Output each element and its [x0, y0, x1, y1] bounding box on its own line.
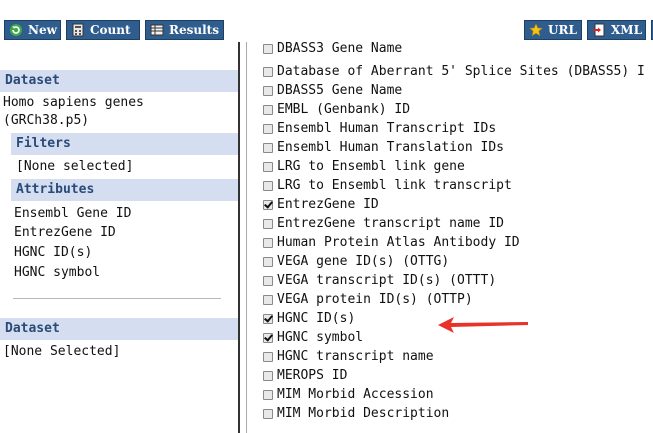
attribute-option[interactable]: MIM Morbid Description	[263, 404, 449, 423]
attribute-option[interactable]: VEGA transcript ID(s) (OTTT)	[263, 271, 496, 290]
dataset-assembly: (GRCh38.p5)	[3, 113, 90, 128]
xml-button-label: XML	[611, 23, 643, 37]
attribute-option[interactable]: LRG to Ensembl link transcript	[263, 176, 512, 195]
checkbox[interactable]	[263, 123, 273, 134]
attribute-option[interactable]: VEGA protein ID(s) (OTTP)	[263, 290, 473, 309]
attribute-option[interactable]: MIM Morbid Accession	[263, 385, 434, 404]
url-button[interactable]: URL	[524, 20, 582, 40]
summary-panel: Dataset Homo sapiens genes (GRCh38.p5) F…	[0, 42, 240, 433]
checkbox[interactable]	[263, 408, 273, 419]
checkbox[interactable]	[263, 104, 273, 115]
attribute-label: HGNC transcript name	[277, 349, 434, 364]
attribute-label: EMBL (Genbank) ID	[277, 102, 411, 117]
attribute-label: LRG to Ensembl link transcript	[277, 178, 512, 193]
attribute-option[interactable]: EntrezGene transcript name ID	[263, 214, 504, 233]
refresh-icon	[9, 23, 23, 37]
attribute-option[interactable]: Database of Aberrant 5' Splice Sites (DB…	[263, 62, 645, 81]
attribute-label: HGNC ID(s)	[277, 311, 356, 326]
checkbox[interactable]	[263, 294, 273, 305]
attribute-option[interactable]: VEGA gene ID(s) (OTTG)	[263, 252, 449, 271]
star-icon	[529, 23, 543, 37]
attribute-option[interactable]: MEROPS ID	[263, 366, 347, 385]
attribute-option[interactable]: HGNC transcript name	[263, 347, 434, 366]
checkbox[interactable]	[263, 66, 273, 77]
checkbox[interactable]	[263, 43, 273, 54]
checkbox[interactable]	[263, 351, 273, 362]
attribute-summary-item: Ensembl Gene ID	[14, 206, 132, 221]
attribute-option[interactable]: Human Protein Atlas Antibody ID	[263, 233, 520, 252]
filters-heading[interactable]: Filters	[11, 133, 238, 155]
checkbox[interactable]	[263, 256, 273, 267]
toolbar: New Count Results URL XML	[0, 0, 653, 42]
attribute-label: Ensembl Human Translation IDs	[277, 140, 504, 155]
checkbox[interactable]	[263, 161, 273, 172]
attribute-summary-item: EntrezGene ID	[14, 225, 116, 240]
attribute-label: MIM Morbid Description	[277, 406, 450, 421]
count-button[interactable]: Count	[66, 20, 140, 40]
table-icon	[150, 23, 164, 37]
attribute-option[interactable]: HGNC ID(s)	[263, 309, 355, 328]
attribute-list: DBASS3 Gene Name Database of Aberrant 5'…	[246, 42, 653, 433]
checkbox[interactable]	[263, 218, 273, 229]
dataset-name: Homo sapiens genes	[3, 95, 144, 110]
attribute-label: MIM Morbid Accession	[277, 387, 434, 402]
attribute-label: DBASS3 Gene Name	[277, 42, 403, 56]
attribute-label: VEGA gene ID(s) (OTTG)	[277, 254, 450, 269]
results-button[interactable]: Results	[145, 20, 224, 40]
attribute-label: MEROPS ID	[277, 368, 348, 383]
checkbox[interactable]	[263, 142, 273, 153]
dataset2-value: [None Selected]	[3, 344, 121, 359]
attribute-label: VEGA transcript ID(s) (OTTT)	[277, 273, 497, 288]
attribute-option[interactable]: HGNC symbol	[263, 328, 363, 347]
attribute-summary-item: HGNC ID(s)	[14, 245, 93, 260]
checkbox[interactable]	[263, 237, 273, 248]
red-arrow-annotation	[438, 317, 528, 333]
checkbox[interactable]	[263, 389, 273, 400]
dataset-heading[interactable]: Dataset	[0, 70, 238, 92]
count-button-label: Count	[90, 23, 131, 37]
attribute-label: Human Protein Atlas Antibody ID	[277, 235, 520, 250]
attribute-option[interactable]: EMBL (Genbank) ID	[263, 100, 410, 119]
attribute-summary-item: HGNC symbol	[14, 265, 101, 280]
xml-button[interactable]: XML	[587, 20, 646, 40]
attribute-label: HGNC symbol	[277, 330, 364, 345]
attribute-label: EntrezGene ID	[277, 197, 379, 212]
document-arrow-icon	[592, 23, 606, 37]
checkbox-checked[interactable]	[263, 332, 273, 343]
attribute-label: Ensembl Human Transcript IDs	[277, 121, 497, 136]
attribute-label: VEGA protein ID(s) (OTTP)	[277, 292, 473, 307]
attribute-label: DBASS5 Gene Name	[277, 83, 403, 98]
attribute-label: Database of Aberrant 5' Splice Sites (DB…	[277, 64, 645, 79]
attribute-label: EntrezGene transcript name ID	[277, 216, 504, 231]
attribute-label: LRG to Ensembl link gene	[277, 159, 465, 174]
attribute-option[interactable]: DBASS5 Gene Name	[263, 81, 402, 100]
attribute-option[interactable]: LRG to Ensembl link gene	[263, 157, 465, 176]
attribute-option[interactable]: EntrezGene ID	[263, 195, 379, 214]
new-button-label: New	[28, 23, 57, 37]
calculator-icon	[71, 23, 85, 37]
results-button-label: Results	[169, 23, 219, 37]
new-button[interactable]: New	[4, 20, 61, 40]
checkbox[interactable]	[263, 180, 273, 191]
attribute-option[interactable]: DBASS3 Gene Name	[263, 42, 402, 58]
filters-value: [None selected]	[16, 159, 134, 174]
checkbox[interactable]	[263, 275, 273, 286]
checkbox-checked[interactable]	[263, 313, 273, 324]
divider	[13, 298, 221, 299]
checkbox[interactable]	[263, 85, 273, 96]
checkbox-checked[interactable]	[263, 199, 273, 210]
attribute-option[interactable]: Ensembl Human Transcript IDs	[263, 119, 496, 138]
checkbox[interactable]	[263, 370, 273, 381]
attribute-option[interactable]: Ensembl Human Translation IDs	[263, 138, 504, 157]
dataset2-heading[interactable]: Dataset	[0, 318, 238, 340]
attributes-heading[interactable]: Attributes	[11, 179, 238, 201]
url-button-label: URL	[548, 23, 577, 37]
